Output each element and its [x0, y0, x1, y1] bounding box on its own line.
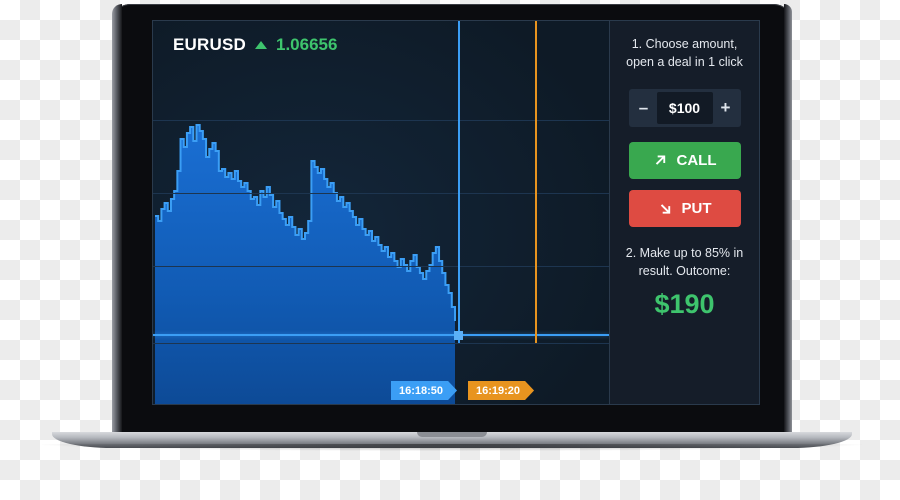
gridline: [153, 266, 609, 267]
price-area-chart: [153, 21, 609, 404]
expiry-time-marker: 16:19:20: [468, 381, 534, 400]
expiry-time-line: [535, 21, 537, 343]
call-button-label: CALL: [676, 152, 717, 169]
laptop-base-notch: [417, 432, 487, 437]
step-two-hint: 2. Make up to 85% in result. Outcome:: [625, 246, 744, 278]
gridline: [153, 343, 609, 344]
arrow-up-right-icon: [655, 155, 665, 165]
trade-controls-panel: 1. Choose amount, open a deal in 1 click…: [610, 20, 760, 405]
increase-amount-button[interactable]: +: [713, 89, 739, 127]
arrow-down-right-icon: [660, 204, 670, 214]
put-button[interactable]: PUT: [628, 190, 741, 227]
put-button-label: PUT: [681, 200, 712, 217]
laptop-lid: EURUSD 1.06656 16:18:50 16:19:20 1. Choo…: [112, 4, 792, 436]
current-time-marker: 16:18:50: [391, 381, 457, 400]
triangle-up-icon: [255, 41, 267, 49]
screenshot-canvas: EURUSD 1.06656 16:18:50 16:19:20 1. Choo…: [0, 0, 900, 500]
amount-value[interactable]: $100: [656, 92, 713, 124]
asset-symbol: EURUSD: [173, 35, 246, 54]
laptop-screen: EURUSD 1.06656 16:18:50 16:19:20 1. Choo…: [152, 20, 760, 405]
gridline: [153, 120, 609, 121]
current-price-line: [153, 334, 609, 336]
gridline: [153, 193, 609, 194]
amount-stepper: – $100 +: [628, 89, 741, 127]
step-one-hint: 1. Choose amount, open a deal in 1 click: [626, 37, 743, 69]
current-time-line: [458, 21, 460, 343]
laptop-mockup: EURUSD 1.06656 16:18:50 16:19:20 1. Choo…: [42, 4, 862, 451]
price-point-marker: [454, 331, 463, 340]
outcome-amount: $190: [654, 289, 715, 319]
chart-header: EURUSD 1.06656: [173, 35, 337, 55]
trading-chart-panel: EURUSD 1.06656 16:18:50 16:19:20: [152, 20, 610, 405]
decrease-amount-button[interactable]: –: [631, 89, 657, 127]
asset-price: 1.06656: [276, 35, 338, 54]
call-button[interactable]: CALL: [628, 142, 741, 179]
laptop-shadow: [42, 444, 862, 451]
